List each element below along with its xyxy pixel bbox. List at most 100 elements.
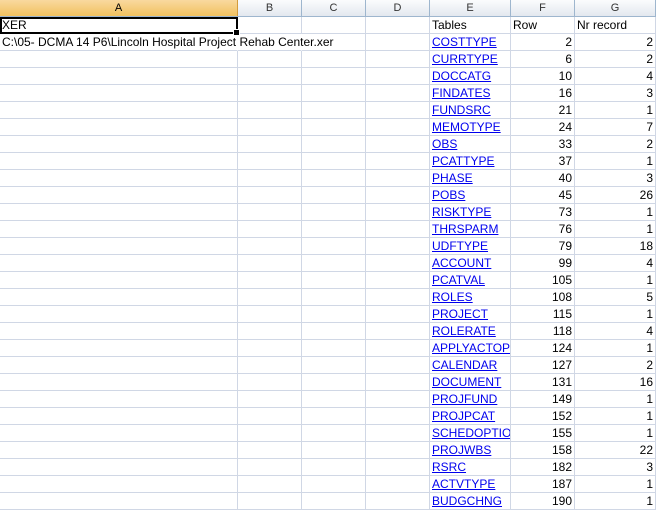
row-number[interactable]: 152 <box>511 408 575 425</box>
empty-cell[interactable] <box>366 187 430 204</box>
empty-cell[interactable] <box>0 425 238 442</box>
empty-cell[interactable] <box>0 170 238 187</box>
column-header-c[interactable]: C <box>302 0 366 16</box>
cell-b1[interactable] <box>238 17 302 34</box>
record-count[interactable]: 1 <box>575 425 656 442</box>
cell-e1[interactable]: Tables <box>430 17 511 34</box>
column-header-f[interactable]: F <box>511 0 575 16</box>
empty-cell[interactable] <box>302 119 366 136</box>
record-count[interactable]: 3 <box>575 170 656 187</box>
empty-cell[interactable] <box>238 493 302 510</box>
row-number[interactable]: 2 <box>511 34 575 51</box>
record-count[interactable]: 4 <box>575 68 656 85</box>
table-link[interactable]: ROLERATE <box>430 323 511 340</box>
empty-cell[interactable] <box>238 425 302 442</box>
empty-cell[interactable] <box>366 306 430 323</box>
empty-cell[interactable] <box>0 136 238 153</box>
empty-cell[interactable] <box>238 306 302 323</box>
empty-cell[interactable] <box>366 442 430 459</box>
table-link[interactable]: PROJFUND <box>430 391 511 408</box>
row-number[interactable]: 187 <box>511 476 575 493</box>
cell-d1[interactable] <box>366 17 430 34</box>
empty-cell[interactable] <box>366 255 430 272</box>
empty-cell[interactable] <box>302 442 366 459</box>
column-header-d[interactable]: D <box>366 0 430 16</box>
table-link[interactable]: THRSPARM <box>430 221 511 238</box>
empty-cell[interactable] <box>366 391 430 408</box>
record-count[interactable]: 2 <box>575 136 656 153</box>
empty-cell[interactable] <box>366 289 430 306</box>
record-count[interactable]: 1 <box>575 340 656 357</box>
empty-cell[interactable] <box>366 68 430 85</box>
empty-cell[interactable] <box>302 51 366 68</box>
empty-cell[interactable] <box>238 170 302 187</box>
empty-cell[interactable] <box>0 204 238 221</box>
row-number[interactable]: 108 <box>511 289 575 306</box>
empty-cell[interactable] <box>302 238 366 255</box>
empty-cell[interactable] <box>0 68 238 85</box>
row-number[interactable]: 115 <box>511 306 575 323</box>
empty-cell[interactable] <box>302 102 366 119</box>
empty-cell[interactable] <box>238 289 302 306</box>
cell-c1[interactable] <box>302 17 366 34</box>
empty-cell[interactable] <box>0 476 238 493</box>
table-link[interactable]: OBS <box>430 136 511 153</box>
table-link[interactable]: PROJWBS <box>430 442 511 459</box>
empty-cell[interactable] <box>238 374 302 391</box>
empty-cell[interactable] <box>366 323 430 340</box>
empty-cell[interactable] <box>366 170 430 187</box>
empty-cell[interactable] <box>366 102 430 119</box>
record-count[interactable]: 18 <box>575 238 656 255</box>
table-link[interactable]: PCATTYPE <box>430 153 511 170</box>
empty-cell[interactable] <box>302 85 366 102</box>
empty-cell[interactable] <box>0 102 238 119</box>
table-link[interactable]: ACCOUNT <box>430 255 511 272</box>
row-number[interactable]: 182 <box>511 459 575 476</box>
empty-cell[interactable] <box>0 357 238 374</box>
spreadsheet-grid[interactable]: A B C D E F G XER Tables Row Nr record C… <box>0 0 656 512</box>
table-link[interactable]: RSRC <box>430 459 511 476</box>
record-count[interactable]: 1 <box>575 153 656 170</box>
empty-cell[interactable] <box>0 221 238 238</box>
row-number[interactable]: 124 <box>511 340 575 357</box>
empty-cell[interactable] <box>0 119 238 136</box>
row-number[interactable]: 149 <box>511 391 575 408</box>
cell-g1[interactable]: Nr record <box>575 17 656 34</box>
empty-cell[interactable] <box>238 238 302 255</box>
table-link[interactable]: PCATVAL <box>430 272 511 289</box>
record-count[interactable]: 16 <box>575 374 656 391</box>
empty-cell[interactable] <box>366 340 430 357</box>
row-number[interactable]: 155 <box>511 425 575 442</box>
empty-cell[interactable] <box>238 408 302 425</box>
fill-handle[interactable] <box>233 29 240 36</box>
empty-cell[interactable] <box>366 153 430 170</box>
empty-cell[interactable] <box>302 374 366 391</box>
empty-cell[interactable] <box>302 340 366 357</box>
empty-cell[interactable] <box>0 493 238 510</box>
column-header-e[interactable]: E <box>430 0 511 16</box>
row-number[interactable]: 45 <box>511 187 575 204</box>
record-count[interactable]: 1 <box>575 391 656 408</box>
record-count[interactable]: 1 <box>575 204 656 221</box>
empty-cell[interactable] <box>238 119 302 136</box>
record-count[interactable]: 1 <box>575 102 656 119</box>
empty-cell[interactable] <box>238 476 302 493</box>
table-link[interactable]: PROJECT <box>430 306 511 323</box>
empty-cell[interactable] <box>366 238 430 255</box>
empty-cell[interactable] <box>302 272 366 289</box>
row-number[interactable]: 127 <box>511 357 575 374</box>
empty-cell[interactable] <box>0 272 238 289</box>
empty-cell[interactable] <box>302 476 366 493</box>
record-count[interactable]: 26 <box>575 187 656 204</box>
table-link[interactable]: UDFTYPE <box>430 238 511 255</box>
record-count[interactable]: 1 <box>575 476 656 493</box>
empty-cell[interactable] <box>302 68 366 85</box>
row-number[interactable]: 73 <box>511 204 575 221</box>
empty-cell[interactable] <box>0 289 238 306</box>
cell-a2[interactable]: C:\05- DCMA 14 P6\Lincoln Hospital Proje… <box>0 34 334 51</box>
row-number[interactable]: 190 <box>511 493 575 510</box>
empty-cell[interactable] <box>238 204 302 221</box>
record-count[interactable]: 1 <box>575 493 656 510</box>
table-link[interactable]: DOCUMENT <box>430 374 511 391</box>
empty-cell[interactable] <box>0 238 238 255</box>
